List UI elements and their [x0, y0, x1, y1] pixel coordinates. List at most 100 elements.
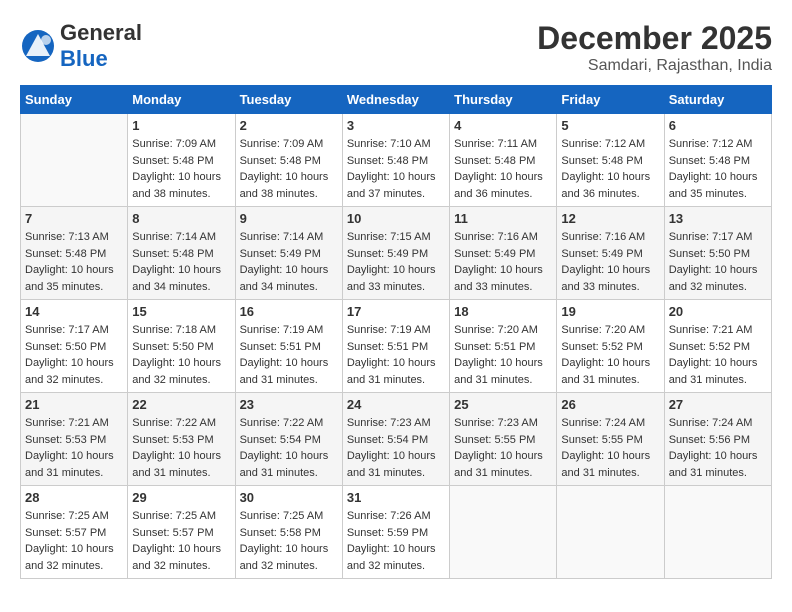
day-info: Sunrise: 7:19 AMSunset: 5:51 PMDaylight:…: [347, 322, 445, 388]
calendar-cell: [557, 486, 664, 579]
day-number: 9: [240, 211, 338, 226]
day-number: 19: [561, 304, 659, 319]
day-info: Sunrise: 7:22 AMSunset: 5:54 PMDaylight:…: [240, 415, 338, 481]
day-number: 15: [132, 304, 230, 319]
calendar-cell: 27Sunrise: 7:24 AMSunset: 5:56 PMDayligh…: [664, 393, 771, 486]
calendar-cell: 9 Sunrise: 7:14 AMSunset: 5:49 PMDaylight…: [235, 207, 342, 300]
sunrise-text: Sunrise: 7:16 AM: [561, 229, 659, 246]
sunset-text: Sunset: 5:48 PM: [561, 153, 659, 170]
daylight-text: Daylight: 10 hours and 31 minutes.: [132, 448, 230, 481]
day-number: 28: [25, 490, 123, 505]
daylight-text: Daylight: 10 hours and 31 minutes.: [454, 448, 552, 481]
day-number: 31: [347, 490, 445, 505]
sunrise-text: Sunrise: 7:20 AM: [454, 322, 552, 339]
daylight-text: Daylight: 10 hours and 31 minutes.: [347, 355, 445, 388]
sunset-text: Sunset: 5:50 PM: [25, 339, 123, 356]
calendar-cell: 19Sunrise: 7:20 AMSunset: 5:52 PMDayligh…: [557, 300, 664, 393]
sunset-text: Sunset: 5:49 PM: [240, 246, 338, 263]
sunset-text: Sunset: 5:53 PM: [25, 432, 123, 449]
day-info: Sunrise: 7:09 AMSunset: 5:48 PMDaylight:…: [132, 136, 230, 202]
calendar-cell: 6Sunrise: 7:12 AMSunset: 5:48 PMDaylight…: [664, 114, 771, 207]
day-info: Sunrise: 7:14 AMSunset: 5:49 PMDaylight:…: [240, 229, 338, 295]
week-row-2: 7Sunrise: 7:13 AMSunset: 5:48 PMDaylight…: [21, 207, 772, 300]
week-row-4: 21Sunrise: 7:21 AMSunset: 5:53 PMDayligh…: [21, 393, 772, 486]
sunset-text: Sunset: 5:53 PM: [132, 432, 230, 449]
page-title: December 2025: [537, 20, 772, 57]
page-subtitle: Samdari, Rajasthan, India: [537, 57, 772, 75]
sunrise-text: Sunrise: 7:17 AM: [669, 229, 767, 246]
sunset-text: Sunset: 5:48 PM: [25, 246, 123, 263]
sunset-text: Sunset: 5:51 PM: [347, 339, 445, 356]
sunrise-text: Sunrise: 7:22 AM: [240, 415, 338, 432]
sunset-text: Sunset: 5:51 PM: [454, 339, 552, 356]
sunrise-text: Sunrise: 7:21 AM: [25, 415, 123, 432]
sunrise-text: Sunrise: 7:10 AM: [347, 136, 445, 153]
week-row-3: 14 Sunrise: 7:17 AMSunset: 5:50 PMDayligh…: [21, 300, 772, 393]
title-block: December 2025 Samdari, Rajasthan, India: [537, 20, 772, 75]
day-info: Sunrise: 7:16 AMSunset: 5:49 PMDaylight:…: [561, 229, 659, 295]
sunset-text: Sunset: 5:50 PM: [669, 246, 767, 263]
header-tuesday: Tuesday: [235, 86, 342, 114]
day-number: 29: [132, 490, 230, 505]
daylight-text: Daylight: 10 hours and 34 minutes.: [132, 262, 230, 295]
calendar-cell: [450, 486, 557, 579]
header-saturday: Saturday: [664, 86, 771, 114]
sunset-text: Sunset: 5:49 PM: [347, 246, 445, 263]
calendar-cell: 29 Sunrise: 7:25 AMSunset: 5:57 PMDayligh…: [128, 486, 235, 579]
calendar-cell: 20Sunrise: 7:21 AMSunset: 5:52 PMDayligh…: [664, 300, 771, 393]
sunset-text: Sunset: 5:51 PM: [240, 339, 338, 356]
calendar-cell: 31 Sunrise: 7:26 AMSunset: 5:59 PMDayligh…: [342, 486, 449, 579]
daylight-text: Daylight: 10 hours and 31 minutes.: [240, 355, 338, 388]
day-info: Sunrise: 7:09 AMSunset: 5:48 PMDaylight:…: [240, 136, 338, 202]
day-number: 27: [669, 397, 767, 412]
week-row-1: 1Sunrise: 7:09 AMSunset: 5:48 PMDaylight…: [21, 114, 772, 207]
calendar-cell: 16Sunrise: 7:19 AMSunset: 5:51 PMDayligh…: [235, 300, 342, 393]
daylight-text: Daylight: 10 hours and 31 minutes.: [561, 355, 659, 388]
day-info: Sunrise: 7:25 AMSunset: 5:57 PMDaylight:…: [132, 508, 230, 574]
header-wednesday: Wednesday: [342, 86, 449, 114]
sunset-text: Sunset: 5:54 PM: [347, 432, 445, 449]
daylight-text: Daylight: 10 hours and 34 minutes.: [240, 262, 338, 295]
daylight-text: Daylight: 10 hours and 32 minutes.: [669, 262, 767, 295]
calendar-cell: 28Sunrise: 7:25 AMSunset: 5:57 PMDayligh…: [21, 486, 128, 579]
calendar-cell: 23 Sunrise: 7:22 AMSunset: 5:54 PMDayligh…: [235, 393, 342, 486]
sunset-text: Sunset: 5:56 PM: [669, 432, 767, 449]
day-info: Sunrise: 7:15 AMSunset: 5:49 PMDaylight:…: [347, 229, 445, 295]
sunrise-text: Sunrise: 7:24 AM: [561, 415, 659, 432]
day-number: 26: [561, 397, 659, 412]
calendar-cell: 21Sunrise: 7:21 AMSunset: 5:53 PMDayligh…: [21, 393, 128, 486]
day-info: Sunrise: 7:24 AMSunset: 5:55 PMDaylight:…: [561, 415, 659, 481]
calendar-cell: 26 Sunrise: 7:24 AMSunset: 5:55 PMDayligh…: [557, 393, 664, 486]
day-info: Sunrise: 7:16 AMSunset: 5:49 PMDaylight:…: [454, 229, 552, 295]
sunrise-text: Sunrise: 7:14 AM: [132, 229, 230, 246]
sunrise-text: Sunrise: 7:18 AM: [132, 322, 230, 339]
day-info: Sunrise: 7:17 AMSunset: 5:50 PMDaylight:…: [25, 322, 123, 388]
day-number: 16: [240, 304, 338, 319]
calendar-cell: 22Sunrise: 7:22 AMSunset: 5:53 PMDayligh…: [128, 393, 235, 486]
day-info: Sunrise: 7:21 AMSunset: 5:53 PMDaylight:…: [25, 415, 123, 481]
day-number: 6: [669, 118, 767, 133]
sunrise-text: Sunrise: 7:16 AM: [454, 229, 552, 246]
sunrise-text: Sunrise: 7:25 AM: [240, 508, 338, 525]
sunset-text: Sunset: 5:58 PM: [240, 525, 338, 542]
day-number: 23: [240, 397, 338, 412]
sunrise-text: Sunrise: 7:09 AM: [132, 136, 230, 153]
calendar-cell: 4Sunrise: 7:11 AMSunset: 5:48 PMDaylight…: [450, 114, 557, 207]
daylight-text: Daylight: 10 hours and 38 minutes.: [240, 169, 338, 202]
calendar-cell: 12Sunrise: 7:16 AMSunset: 5:49 PMDayligh…: [557, 207, 664, 300]
calendar-table: SundayMondayTuesdayWednesdayThursdayFrid…: [20, 85, 772, 579]
daylight-text: Daylight: 10 hours and 32 minutes.: [25, 541, 123, 574]
daylight-text: Daylight: 10 hours and 33 minutes.: [561, 262, 659, 295]
sunset-text: Sunset: 5:50 PM: [132, 339, 230, 356]
daylight-text: Daylight: 10 hours and 38 minutes.: [132, 169, 230, 202]
day-number: 25: [454, 397, 552, 412]
day-number: 14: [25, 304, 123, 319]
page-header: General Blue December 2025 Samdari, Raja…: [20, 20, 772, 75]
sunset-text: Sunset: 5:55 PM: [454, 432, 552, 449]
daylight-text: Daylight: 10 hours and 33 minutes.: [454, 262, 552, 295]
day-info: Sunrise: 7:26 AMSunset: 5:59 PMDaylight:…: [347, 508, 445, 574]
calendar-cell: 13Sunrise: 7:17 AMSunset: 5:50 PMDayligh…: [664, 207, 771, 300]
day-info: Sunrise: 7:23 AMSunset: 5:54 PMDaylight:…: [347, 415, 445, 481]
calendar-cell: 8Sunrise: 7:14 AMSunset: 5:48 PMDaylight…: [128, 207, 235, 300]
day-info: Sunrise: 7:23 AMSunset: 5:55 PMDaylight:…: [454, 415, 552, 481]
